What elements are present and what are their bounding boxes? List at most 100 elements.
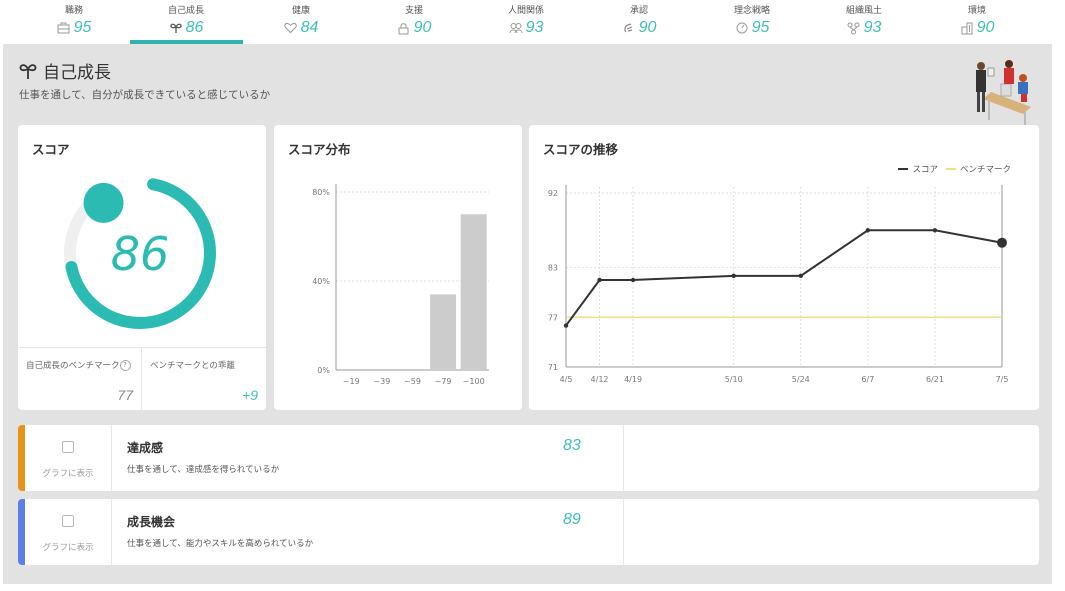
team-meeting-illustration xyxy=(976,60,1031,130)
nav-tab-score: 95 xyxy=(73,19,92,36)
compass-icon xyxy=(735,21,749,35)
benchmark-cell: 自己成長のベンチマーク? 77 xyxy=(18,348,142,411)
y-tick-label: 77 xyxy=(548,313,558,322)
item-score: 89 xyxy=(563,511,581,528)
clap-icon xyxy=(622,21,636,35)
nav-tab-shonin[interactable]: 承認 90 xyxy=(583,0,695,44)
benchmark-label: 自己成長のベンチマーク xyxy=(26,361,120,371)
item-row: グラフに表示 成長機会 仕事を通して、能力やスキルを高められているか 89 xyxy=(18,499,1039,565)
x-tick-label: ~39 xyxy=(373,377,390,386)
nav-tab-kankyo[interactable]: 環境 90 xyxy=(921,0,1033,44)
sprout-icon xyxy=(19,63,37,79)
item-description: 仕事を通して、能力やスキルを高められているか xyxy=(127,539,314,549)
item-score: 83 xyxy=(563,437,581,454)
nav-tab-score: 90 xyxy=(976,19,995,36)
donut-marker-dot xyxy=(83,182,124,223)
nav-tab-label: 環境 xyxy=(967,6,986,16)
nav-tab-label: 理念戦略 xyxy=(733,6,770,16)
y-tick-label: 80% xyxy=(312,188,330,197)
item-color-bar xyxy=(18,425,25,491)
nav-tab-label: 支援 xyxy=(404,6,423,16)
page-title: 自己成長 xyxy=(19,58,111,83)
nav-tab-shien[interactable]: 支援 90 xyxy=(358,0,470,44)
distribution-bar-chart: 0% 40% 80% ~19 ~39 ~59 ~79 ~100 xyxy=(312,184,489,386)
nav-tab-label: 承認 xyxy=(629,6,648,16)
score-value: 86 xyxy=(111,227,170,281)
category-nav: 職務 95 自己成長 86 健康 84 支援 90 人間関係 93 承認 90 … xyxy=(0,0,1065,44)
show-in-graph-checkbox[interactable] xyxy=(62,515,74,527)
nav-tab-score: 93 xyxy=(863,19,882,36)
benchmark-row: 自己成長のベンチマーク? 77 ベンチマークとの乖離 +9 xyxy=(18,347,266,411)
bar xyxy=(430,294,457,370)
score-distribution-card: スコア分布 0% 40% 80% ~19 ~39 ~59 ~79 ~100 xyxy=(274,125,522,410)
y-tick-label: 83 xyxy=(548,264,558,273)
x-tick-label: 4/19 xyxy=(624,375,642,384)
nav-tab-score: 86 xyxy=(185,19,204,36)
nav-tab-rinen-senryaku[interactable]: 理念戦略 95 xyxy=(696,0,808,44)
nav-tab-jiko-seicho[interactable]: 自己成長 86 xyxy=(130,0,242,44)
checkbox-label: グラフに表示 xyxy=(42,469,94,479)
nav-tab-soshiki-fudo[interactable]: 組織風土 93 xyxy=(808,0,920,44)
y-tick-label: 71 xyxy=(548,363,558,372)
divider xyxy=(623,425,624,491)
item-color-bar xyxy=(18,499,25,565)
x-tick-label: 6/21 xyxy=(926,375,944,384)
x-tick-label: 7/5 xyxy=(996,375,1009,384)
trend-line-chart: 71 77 83 92 4/5 4/12 4/19 5/10 5/24 6/7 6/21 7/5 xyxy=(548,185,1009,384)
nav-tab-score: 93 xyxy=(525,19,544,36)
nav-tab-score: 84 xyxy=(300,19,319,36)
score-point[interactable] xyxy=(997,237,1007,248)
item-name: 成長機会 xyxy=(127,515,176,529)
benchmark-diff-label: ベンチマークとの乖離 xyxy=(150,361,235,371)
sprout-icon xyxy=(169,21,183,35)
show-in-graph-checkbox[interactable] xyxy=(62,441,74,453)
x-tick-label: 5/24 xyxy=(792,375,810,384)
score-point[interactable] xyxy=(630,277,636,283)
nav-tab-shokumu[interactable]: 職務 95 xyxy=(18,0,130,44)
nav-tab-kenko[interactable]: 健康 84 xyxy=(245,0,357,44)
x-tick-label: ~59 xyxy=(404,377,421,386)
divider xyxy=(623,499,624,565)
benchmark-value: 77 xyxy=(117,387,133,403)
score-point[interactable] xyxy=(597,277,602,283)
briefcase-icon xyxy=(57,21,71,35)
nav-tab-label: 人間関係 xyxy=(507,6,544,16)
people-icon xyxy=(509,21,523,35)
page-title-text: 自己成長 xyxy=(43,63,111,83)
help-icon[interactable]: ? xyxy=(119,360,131,371)
bar xyxy=(460,214,487,370)
x-tick-label: 6/7 xyxy=(861,375,874,384)
heart-icon xyxy=(284,21,298,35)
nav-tab-label: 組織風土 xyxy=(845,6,882,16)
nav-tab-score: 95 xyxy=(751,19,770,36)
network-icon xyxy=(847,21,861,35)
nav-tab-ningen-kankei[interactable]: 人間関係 93 xyxy=(470,0,582,44)
building-icon xyxy=(960,21,974,35)
x-tick-label: ~100 xyxy=(463,377,485,386)
score-point[interactable] xyxy=(932,228,938,233)
checkbox-label: グラフに表示 xyxy=(42,543,94,553)
nav-tab-label: 職務 xyxy=(64,6,83,16)
lock-icon xyxy=(397,21,411,35)
score-point[interactable] xyxy=(865,228,871,233)
nav-tab-label: 健康 xyxy=(291,6,310,16)
y-tick-label: 40% xyxy=(312,277,330,286)
benchmark-diff-value: +9 xyxy=(242,387,258,403)
item-description: 仕事を通して、達成感を得られているか xyxy=(127,465,280,475)
score-point[interactable] xyxy=(563,323,569,328)
score-point[interactable] xyxy=(731,273,736,279)
x-tick-label: ~19 xyxy=(343,377,360,386)
x-tick-label: 4/5 xyxy=(560,375,573,384)
x-tick-label: 5/10 xyxy=(725,375,743,384)
item-name: 達成感 xyxy=(127,441,164,455)
score-point[interactable] xyxy=(798,273,803,279)
item-row: グラフに表示 達成感 仕事を通して、達成感を得られているか 83 xyxy=(18,425,1039,491)
score-card: スコア 86 自己成長のベンチマーク? 77 ベンチマークとの乖離 +9 xyxy=(18,125,266,411)
nav-tab-score: 90 xyxy=(638,19,657,36)
page-subtitle: 仕事を通して、自分が成長できていると感じているか xyxy=(19,89,271,101)
benchmark-diff-cell: ベンチマークとの乖離 +9 xyxy=(142,348,266,411)
score-donut: 86 xyxy=(64,178,216,329)
y-tick-label: 0% xyxy=(317,366,330,375)
score-line xyxy=(565,229,1003,327)
score-trend-card: スコアの推移 スコア ベンチマーク 71 77 83 92 4/5 4/12 4/19 5/1… xyxy=(529,125,1039,410)
